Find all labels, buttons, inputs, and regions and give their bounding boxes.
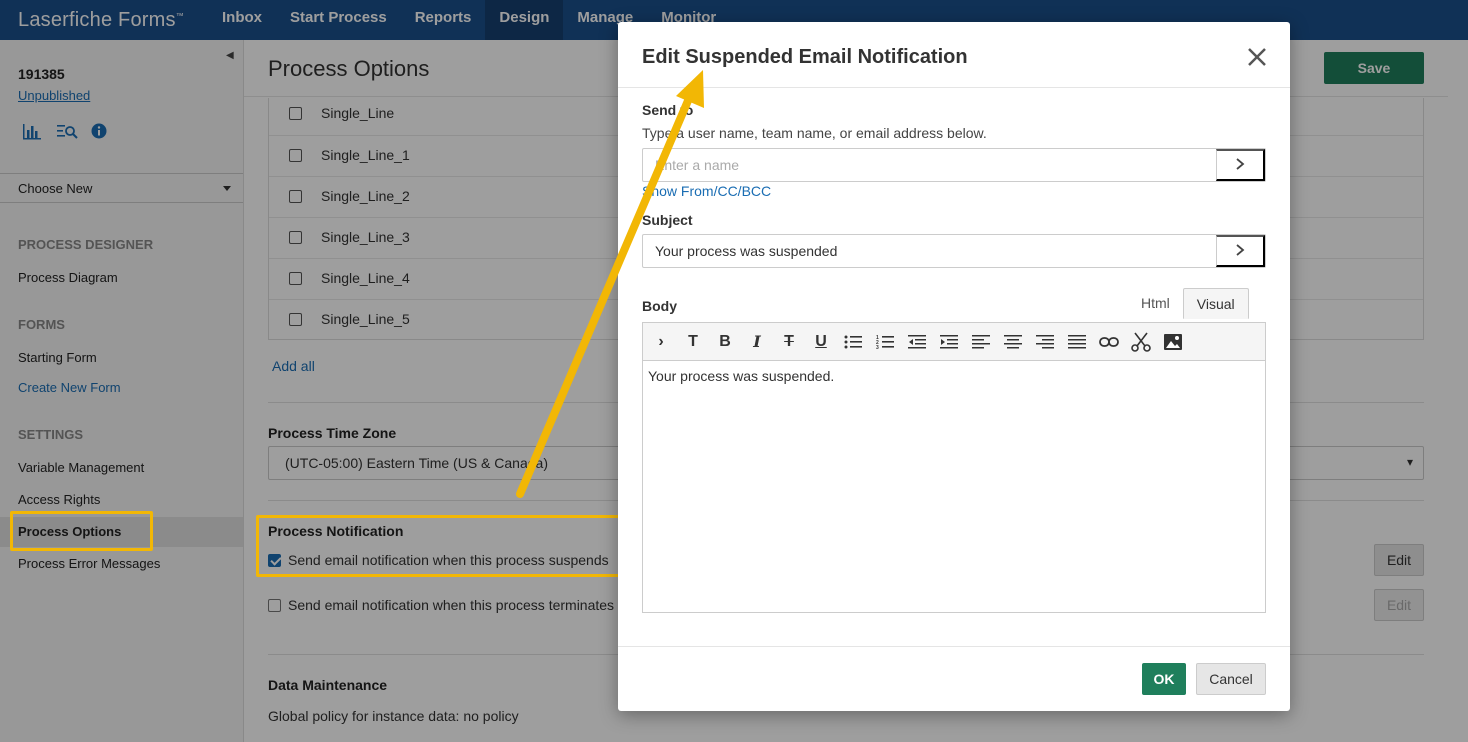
editor-mode-tabs: Html Visual xyxy=(1128,288,1249,319)
outdent-icon[interactable] xyxy=(905,330,929,354)
strikethrough-icon[interactable]: T xyxy=(777,330,801,354)
insert-variable-icon[interactable]: › xyxy=(649,330,673,354)
body-editor[interactable]: Your process was suspended. xyxy=(642,360,1266,613)
dialog-footer-divider xyxy=(618,646,1290,647)
tab-visual[interactable]: Visual xyxy=(1182,288,1249,319)
image-icon[interactable] xyxy=(1161,330,1185,354)
cut-icon[interactable] xyxy=(1129,330,1153,354)
cancel-button[interactable]: Cancel xyxy=(1196,663,1266,695)
edit-notification-dialog: Edit Suspended Email Notification Send t… xyxy=(618,22,1290,711)
underline-icon[interactable]: U xyxy=(809,330,833,354)
justify-icon[interactable] xyxy=(1065,330,1089,354)
body-label: Body xyxy=(642,298,677,314)
chevron-right-icon xyxy=(1236,157,1245,170)
body-text: Your process was suspended. xyxy=(648,368,835,384)
send-to-input[interactable] xyxy=(643,149,1215,181)
numbered-list-icon[interactable]: 123 xyxy=(873,330,897,354)
close-icon xyxy=(1248,48,1266,66)
send-to-field xyxy=(642,148,1266,182)
chevron-right-icon xyxy=(1236,243,1245,256)
align-right-icon[interactable] xyxy=(1033,330,1057,354)
tab-html[interactable]: Html xyxy=(1128,288,1183,319)
subject-field xyxy=(642,234,1266,268)
subject-insert-button[interactable] xyxy=(1216,235,1265,267)
align-left-icon[interactable] xyxy=(969,330,993,354)
subject-input[interactable] xyxy=(643,235,1215,267)
dialog-header: Edit Suspended Email Notification xyxy=(618,22,1290,88)
bullet-list-icon[interactable] xyxy=(841,330,865,354)
highlight-process-options xyxy=(10,511,153,551)
send-to-insert-button[interactable] xyxy=(1216,149,1265,181)
font-size-icon[interactable]: T xyxy=(681,330,705,354)
send-to-help: Type a user name, team name, or email ad… xyxy=(642,125,987,141)
link-icon[interactable] xyxy=(1097,330,1121,354)
ok-button[interactable]: OK xyxy=(1142,663,1186,695)
editor-toolbar: › T B I T U 123 xyxy=(642,322,1266,361)
show-from-cc-bcc-link[interactable]: Show From/CC/BCC xyxy=(642,183,771,199)
close-button[interactable] xyxy=(1246,46,1268,68)
bold-icon[interactable]: B xyxy=(713,330,737,354)
dialog-title: Edit Suspended Email Notification xyxy=(642,46,968,68)
send-to-label: Send to xyxy=(642,102,694,118)
indent-icon[interactable] xyxy=(937,330,961,354)
align-center-icon[interactable] xyxy=(1001,330,1025,354)
highlight-process-notification xyxy=(256,515,621,577)
svg-text:3: 3 xyxy=(876,345,879,350)
italic-icon[interactable]: I xyxy=(745,330,769,354)
subject-label: Subject xyxy=(642,212,693,228)
